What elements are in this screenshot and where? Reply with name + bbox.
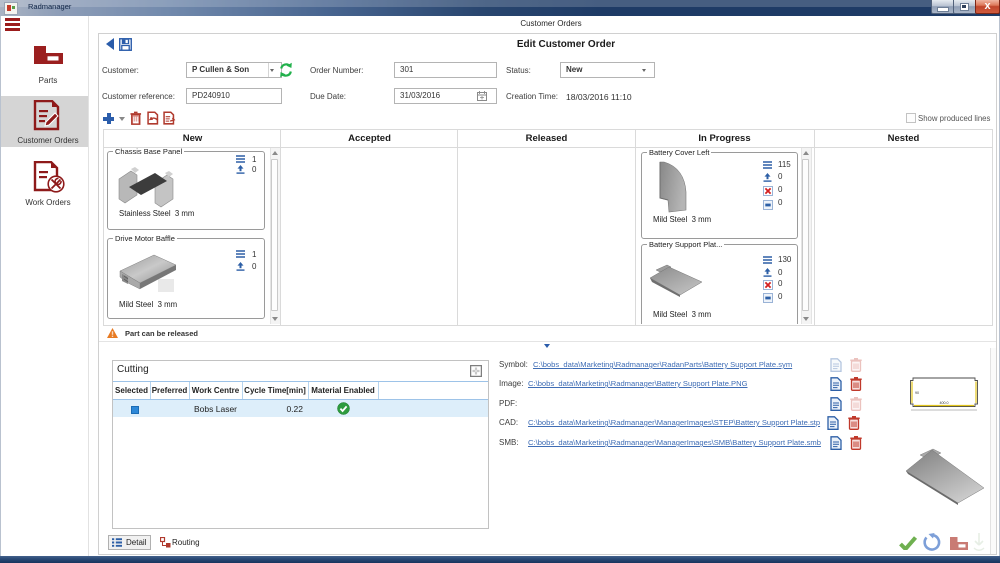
svg-text:400.0: 400.0 xyxy=(940,401,949,405)
svg-text:90: 90 xyxy=(915,391,919,395)
